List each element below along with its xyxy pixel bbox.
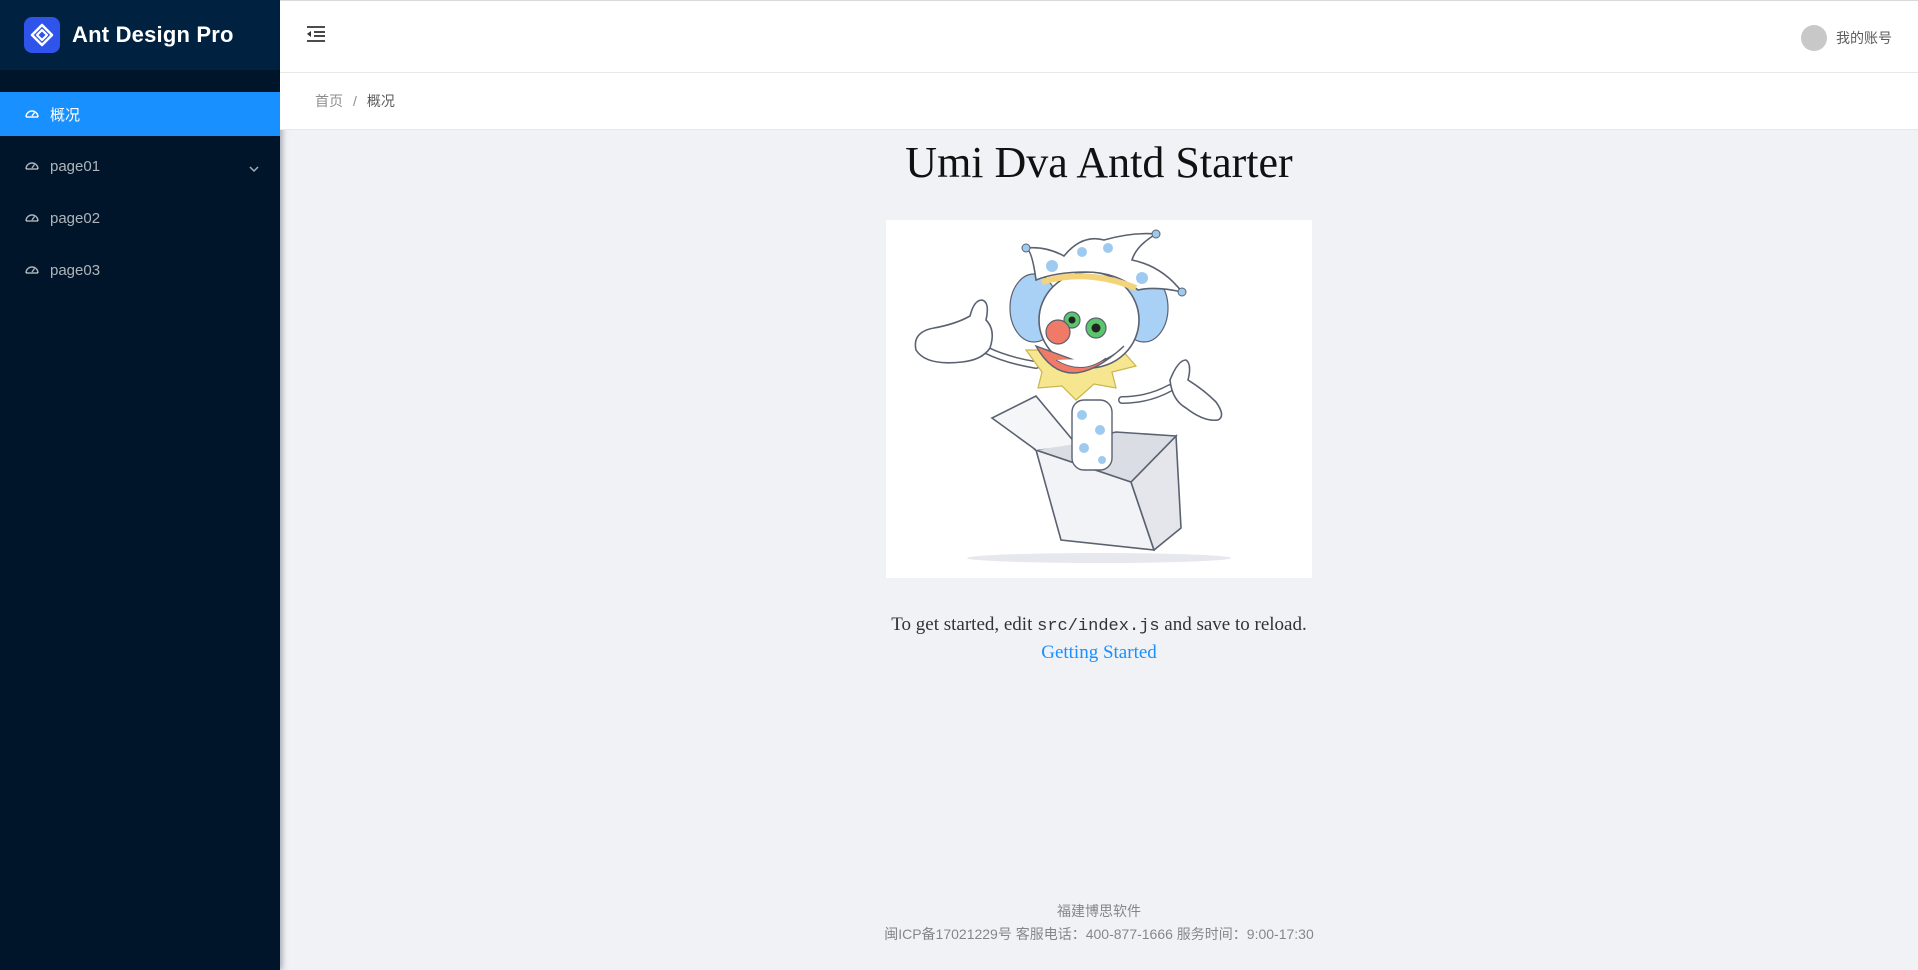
sidebar-item-label: page01 — [50, 157, 101, 175]
breadcrumb-home[interactable]: 首页 — [315, 91, 343, 111]
sidebar: Ant Design Pro 概况 page01 page02 page03 — [0, 0, 280, 970]
sidebar-item-page03[interactable]: page03 — [0, 248, 280, 292]
sidebar-item-label: 概况 — [50, 106, 81, 124]
jack-in-the-box-clown-illustration — [886, 220, 1312, 578]
sidebar-item-label: page02 — [50, 209, 101, 227]
footer-company: 福建博思软件 — [1057, 903, 1141, 919]
getting-started-hint: To get started, edit src/index.js and sa… — [280, 614, 1918, 636]
logo[interactable]: Ant Design Pro — [0, 0, 280, 70]
getting-started-link[interactable]: Getting Started — [280, 642, 1918, 664]
sidebar-item-page01[interactable]: page01 — [0, 144, 280, 188]
avatar — [1801, 25, 1827, 51]
hint-text-after: and save to reload. — [1159, 614, 1307, 635]
hint-code-path: src/index.js — [1037, 617, 1160, 636]
top-header: 我的账号 — [280, 0, 1918, 72]
main-content: Umi Dva Antd Starter To get started, edi… — [280, 130, 1918, 970]
account-menu[interactable]: 我的账号 — [1801, 25, 1892, 51]
breadcrumb: 首页 / 概况 — [280, 72, 1918, 130]
app-title: Ant Design Pro — [72, 22, 234, 47]
chevron-down-icon — [248, 161, 260, 173]
ant-design-logo-icon — [24, 17, 60, 53]
footer: 福建博思软件 闽ICP备17021229号 客服电话：400-877-1666 … — [280, 900, 1918, 946]
sidebar-item-overview[interactable]: 概况 — [0, 92, 280, 136]
dashboard-icon — [24, 210, 40, 226]
menu-fold-icon[interactable] — [304, 23, 328, 45]
dashboard-icon — [24, 106, 40, 122]
app-root: Ant Design Pro 概况 page01 page02 page03 我… — [0, 0, 1918, 970]
page-title: Umi Dva Antd Starter — [905, 138, 1293, 187]
breadcrumb-separator: / — [353, 93, 357, 109]
breadcrumb-current: 概况 — [366, 93, 395, 109]
dashboard-icon — [24, 262, 40, 278]
footer-info: 闽ICP备17021229号 客服电话：400-877-1666 服务时间：9:… — [884, 926, 1314, 942]
dashboard-icon — [24, 158, 40, 174]
sidebar-item-page02[interactable]: page02 — [0, 196, 280, 240]
account-name: 我的账号 — [1836, 30, 1892, 46]
hint-text-before: To get started, edit — [891, 614, 1038, 635]
sidebar-menu: 概况 page01 page02 page03 — [0, 92, 280, 292]
sidebar-item-label: page03 — [50, 261, 101, 279]
